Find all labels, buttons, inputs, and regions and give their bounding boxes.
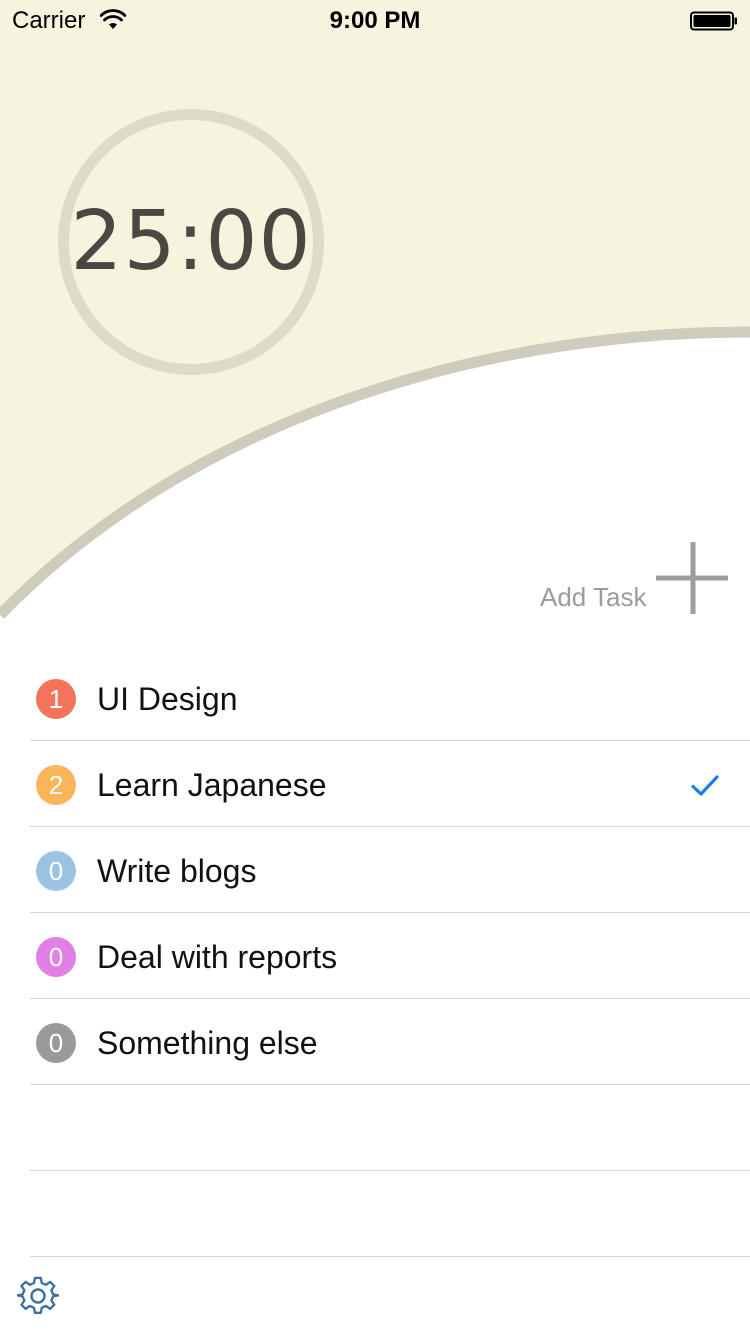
- task-row-ui-design[interactable]: 1 UI Design: [30, 655, 750, 741]
- pomodoro-timer[interactable]: 25:00: [58, 109, 324, 375]
- task-list: 1 UI Design 2 Learn Japanese 0 Write blo…: [0, 655, 750, 1257]
- battery-icon: [690, 11, 737, 31]
- task-count-badge: 0: [36, 1023, 76, 1063]
- plus-icon: [656, 542, 728, 614]
- status-bar: Carrier 9:00 PM: [0, 0, 750, 40]
- gear-icon[interactable]: [17, 1275, 59, 1317]
- task-name: UI Design: [97, 681, 238, 717]
- task-row-learn-japanese[interactable]: 2 Learn Japanese: [30, 741, 750, 827]
- task-count-badge: 0: [36, 937, 76, 977]
- status-time: 9:00 PM: [329, 7, 421, 34]
- checkmark-icon: [691, 775, 719, 796]
- task-row-write-blogs[interactable]: 0 Write blogs: [30, 827, 750, 913]
- app-screen: Carrier 9:00 PM 25:00 Add Task 1 UI Desi…: [0, 0, 750, 1334]
- task-row-deal-with-reports[interactable]: 0 Deal with reports: [30, 913, 750, 999]
- empty-row: [30, 1171, 750, 1257]
- add-task-button[interactable]: Add Task: [530, 538, 740, 618]
- task-row-something-else[interactable]: 0 Something else: [30, 999, 750, 1085]
- task-count-badge: 1: [36, 679, 76, 719]
- add-task-label: Add Task: [540, 582, 647, 612]
- task-name: Learn Japanese: [97, 767, 327, 803]
- task-count-badge: 0: [36, 851, 76, 891]
- task-name: Deal with reports: [97, 939, 338, 975]
- timer-value: 25:00: [70, 193, 312, 289]
- task-count-badge: 2: [36, 765, 76, 805]
- task-name: Write blogs: [97, 853, 257, 889]
- empty-row: [30, 1085, 750, 1171]
- task-name: Something else: [97, 1025, 318, 1061]
